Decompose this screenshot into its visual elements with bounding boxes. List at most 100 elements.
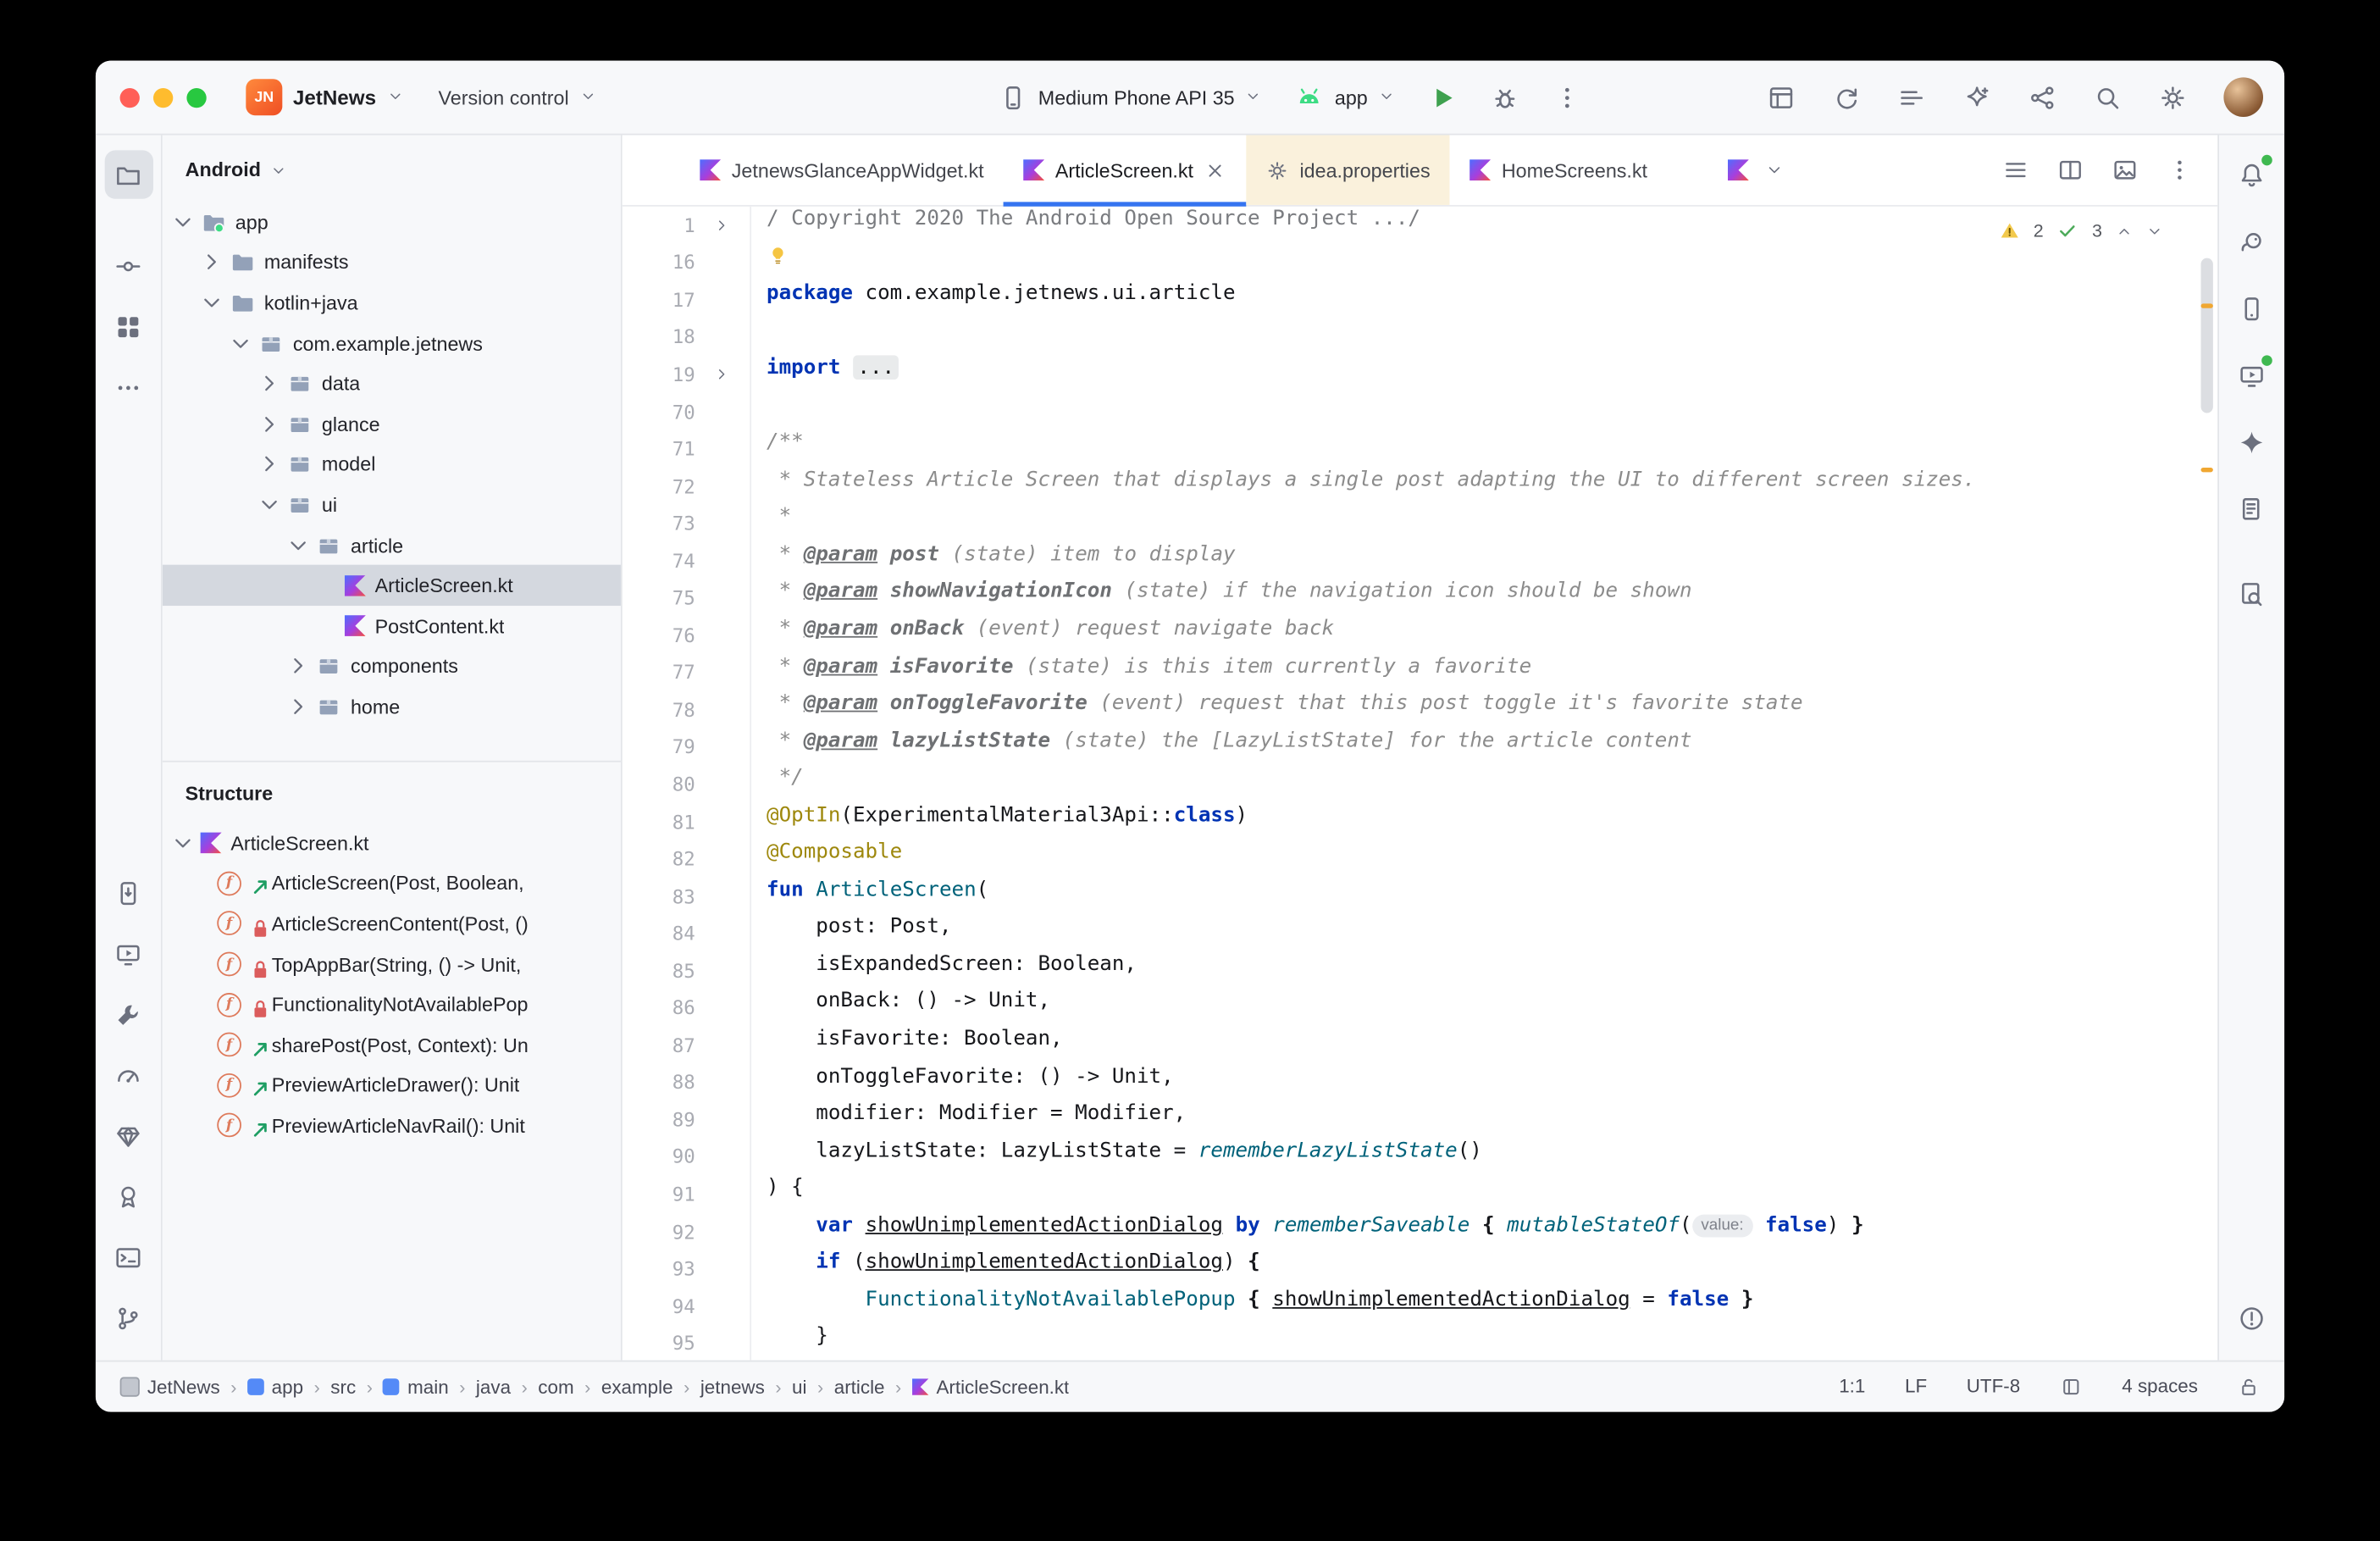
breadcrumb-7[interactable]: jetnews	[700, 1377, 765, 1398]
code-line[interactable]: * @param showNavigationIcon (state) if t…	[751, 579, 2217, 617]
expand-chevron[interactable]	[174, 209, 200, 235]
structure-item-0[interactable]: fArticleScreen(Post, Boolean,	[163, 863, 621, 904]
project-item-11[interactable]: components	[163, 646, 621, 687]
code-line[interactable]: import ...	[751, 356, 2217, 393]
line-number[interactable]: 75	[623, 586, 695, 609]
code-line[interactable]	[751, 244, 2217, 281]
project-item-9[interactable]: ArticleScreen.kt	[163, 565, 621, 606]
project-item-12[interactable]: home	[163, 686, 621, 727]
expand-chevron[interactable]	[261, 452, 286, 477]
project-item-0[interactable]: app	[163, 202, 621, 242]
code-line[interactable]: *	[751, 505, 2217, 542]
tool-window-button-gemini[interactable]	[2228, 418, 2276, 466]
project-item-10[interactable]: PostContent.kt	[163, 606, 621, 646]
code-line[interactable]: if (showUnimplementedActionDialog) {	[751, 1250, 2217, 1287]
code-line[interactable]: * @param onBack (event) request navigate…	[751, 617, 2217, 654]
bug-icon[interactable]	[1491, 83, 1519, 112]
structure-item-6[interactable]: fPreviewArticleNavRail(): Unit	[163, 1106, 621, 1146]
line-number[interactable]: 90	[623, 1145, 695, 1168]
code-line[interactable]: @OptIn(ExperimentalMaterial3Api::class)	[751, 803, 2217, 840]
search-button[interactable]	[2093, 83, 2122, 112]
prev-problem-button[interactable]	[2116, 220, 2133, 241]
tool-window-button-running-devices[interactable]	[2228, 351, 2276, 399]
expand-chevron[interactable]	[290, 694, 315, 719]
structure-item-2[interactable]: fTopAppBar(String, () -> Unit,	[163, 944, 621, 984]
expand-chevron[interactable]	[261, 492, 286, 518]
expand-chevron[interactable]	[203, 290, 229, 315]
share-button[interactable]	[2028, 83, 2056, 112]
line-number[interactable]: 85	[623, 959, 695, 982]
intention-bulb-icon[interactable]	[767, 244, 789, 269]
code-line[interactable]: onBack: () -> Unit,	[751, 989, 2217, 1027]
tool-window-button-profiler[interactable]	[104, 1050, 152, 1099]
code-line[interactable]: ) {	[751, 1175, 2217, 1212]
expand-chevron[interactable]	[290, 653, 315, 679]
code-line[interactable]: }	[751, 1324, 2217, 1360]
expand-chevron[interactable]	[232, 330, 257, 356]
warning-stripe-mark[interactable]	[2201, 303, 2213, 308]
editor-tab-2[interactable]: idea.properties	[1247, 135, 1450, 204]
split-editor-button[interactable]	[2056, 156, 2084, 184]
line-number[interactable]: 95	[623, 1332, 695, 1355]
line-number[interactable]: 1	[623, 213, 695, 236]
project-item-3[interactable]: com.example.jetnews	[163, 323, 621, 363]
ai-assistant-button[interactable]	[1962, 83, 1991, 112]
device-selector[interactable]: Medium Phone API 35	[999, 83, 1262, 112]
line-separator[interactable]: LF	[1905, 1377, 1927, 1398]
breadcrumb-5[interactable]: com	[538, 1377, 573, 1398]
check-icon[interactable]	[2057, 220, 2078, 241]
breadcrumb-2[interactable]: src	[330, 1377, 356, 1398]
project-item-2[interactable]: kotlin+java	[163, 283, 621, 324]
code-line[interactable]: onToggleFavorite: () -> Unit,	[751, 1063, 2217, 1100]
indent-style[interactable]	[2060, 1375, 2083, 1398]
more-vertical-icon[interactable]	[1553, 83, 1581, 112]
indent-size[interactable]: 4 spaces	[2122, 1377, 2198, 1398]
line-number[interactable]: 93	[623, 1257, 695, 1280]
tool-window-button-build[interactable]	[104, 989, 152, 1038]
line-number[interactable]: 81	[623, 810, 695, 833]
fold-marker[interactable]	[695, 217, 747, 234]
zoom-window-button[interactable]	[186, 87, 206, 107]
code-line[interactable]: * @param post (state) item to display	[751, 542, 2217, 579]
breadcrumb-0[interactable]: JetNews	[120, 1377, 220, 1398]
line-number[interactable]: 76	[623, 624, 695, 646]
line-number[interactable]: 91	[623, 1183, 695, 1206]
project-item-7[interactable]: ui	[163, 485, 621, 525]
line-number[interactable]: 87	[623, 1034, 695, 1056]
breadcrumb-9[interactable]: article	[834, 1377, 885, 1398]
breadcrumb-8[interactable]: ui	[792, 1377, 806, 1398]
caret-position[interactable]: 1:1	[1839, 1377, 1865, 1398]
line-number[interactable]: 92	[623, 1220, 695, 1243]
project-item-4[interactable]: data	[163, 363, 621, 404]
passed-count[interactable]: 3	[2092, 220, 2102, 241]
code-line[interactable]	[751, 393, 2217, 430]
breadcrumb-1[interactable]: app	[247, 1377, 303, 1398]
code-line[interactable]: isExpandedScreen: Boolean,	[751, 952, 2217, 989]
line-number[interactable]: 94	[623, 1294, 695, 1317]
expand-chevron[interactable]	[174, 830, 200, 856]
structure-item-4[interactable]: fsharePost(Post, Context): Un	[163, 1025, 621, 1066]
sync-button[interactable]	[1832, 83, 1861, 112]
line-number[interactable]: 73	[623, 512, 695, 535]
close-window-button[interactable]	[120, 87, 140, 107]
project-name-menu[interactable]: JetNews	[293, 86, 376, 108]
line-number[interactable]: 18	[623, 325, 695, 348]
code-line[interactable]: post: Post,	[751, 915, 2217, 952]
line-number[interactable]: 78	[623, 698, 695, 721]
tab-list-button[interactable]	[2002, 156, 2029, 184]
structure-root[interactable]: ArticleScreen.kt	[163, 823, 621, 863]
structure-item-1[interactable]: fArticleScreenContent(Post, ()	[163, 904, 621, 945]
tool-window-button-project[interactable]	[104, 150, 152, 198]
code-line[interactable]: lazyListState: LazyListState = rememberL…	[751, 1138, 2217, 1175]
more-actions-button[interactable]	[1553, 83, 1581, 112]
minimize-window-button[interactable]	[153, 87, 173, 107]
play-icon[interactable]	[1428, 83, 1457, 112]
user-avatar[interactable]	[2223, 77, 2263, 117]
code-line[interactable]: isFavorite: Boolean,	[751, 1027, 2217, 1064]
code-line[interactable]: FunctionalityNotAvailablePopup { showUni…	[751, 1287, 2217, 1324]
line-number[interactable]: 82	[623, 847, 695, 870]
preview-button[interactable]	[2112, 156, 2139, 184]
structure-item-5[interactable]: fPreviewArticleDrawer(): Unit	[163, 1065, 621, 1106]
project-item-8[interactable]: article	[163, 525, 621, 566]
breadcrumb-10[interactable]: ArticleScreen.kt	[912, 1377, 1070, 1398]
